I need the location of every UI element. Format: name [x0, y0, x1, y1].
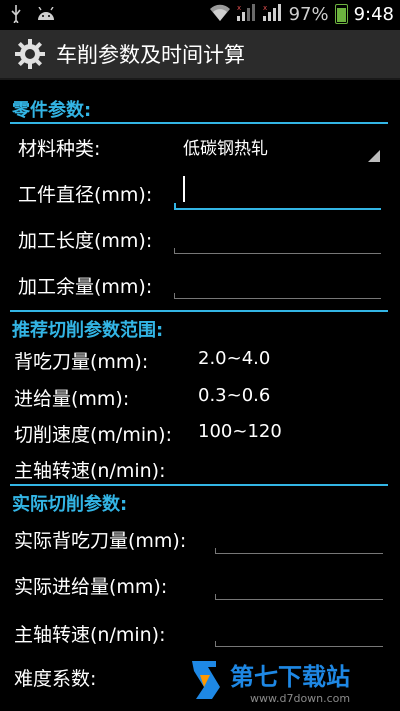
signal-1-icon: x	[236, 3, 257, 25]
watermark-url: www.d7down.com	[250, 692, 350, 705]
actual-feed-input-edge	[215, 594, 216, 600]
svg-text:x: x	[263, 4, 267, 12]
cutting-speed-value: 100~120	[198, 421, 282, 442]
diameter-input[interactable]	[174, 186, 381, 210]
clock: 9:48	[353, 3, 394, 25]
allowance-input[interactable]	[174, 276, 381, 299]
length-label: 加工长度(mm):	[18, 230, 153, 252]
depth-of-cut-value: 2.0~4.0	[198, 348, 271, 369]
watermark-logo: 第七下载站 www.d7down.com	[186, 653, 396, 707]
allowance-input-edge	[174, 293, 175, 299]
status-bar: x x 97% 9:48	[0, 0, 400, 30]
gear-icon[interactable]	[14, 38, 46, 70]
text-cursor	[183, 176, 185, 202]
watermark-brand: 第七下载站	[230, 663, 350, 691]
diameter-label: 工件直径(mm):	[18, 184, 153, 206]
usb-icon	[10, 5, 22, 27]
feed-rate-label: 进给量(mm):	[14, 388, 130, 410]
actual-spindle-label: 主轴转速(n/min):	[14, 624, 166, 646]
actual-depth-input-edge	[215, 548, 216, 554]
actual-spindle-input[interactable]	[215, 624, 383, 647]
material-spinner-value: 低碳钢热轧	[183, 139, 268, 159]
section-divider-parts	[10, 122, 388, 124]
actual-depth-input[interactable]	[215, 531, 383, 554]
section-title-recommended: 推荐切削参数范围:	[12, 320, 164, 341]
difficulty-label: 难度系数:	[14, 668, 97, 690]
depth-of-cut-label: 背吃刀量(mm):	[14, 351, 149, 373]
length-input-edge	[174, 248, 175, 254]
section-divider-recommended	[10, 310, 388, 312]
material-label: 材料种类:	[18, 138, 101, 160]
section-divider-actual	[10, 484, 388, 486]
spinner-arrow-icon	[368, 150, 380, 162]
battery-percent: 97%	[288, 3, 329, 25]
wifi-icon	[209, 3, 231, 25]
feed-rate-value: 0.3~0.6	[198, 385, 271, 406]
battery-icon	[334, 4, 348, 24]
section-title-parts: 零件参数:	[12, 100, 92, 121]
section-title-actual: 实际切削参数:	[12, 494, 128, 515]
actual-feed-input[interactable]	[215, 577, 383, 600]
spindle-speed-label: 主轴转速(n/min):	[14, 460, 166, 482]
app-title-bar: 车削参数及时间计算	[0, 30, 400, 80]
svg-text:x: x	[237, 4, 241, 12]
signal-2-icon: x	[262, 3, 283, 25]
android-debug-icon	[36, 6, 56, 25]
length-input[interactable]	[174, 231, 381, 254]
actual-depth-label: 实际背吃刀量(mm):	[14, 530, 187, 552]
allowance-label: 加工余量(mm):	[18, 276, 153, 298]
actual-spindle-input-edge	[215, 641, 216, 647]
cutting-speed-label: 切削速度(m/min):	[14, 424, 172, 446]
diameter-input-edge	[174, 203, 176, 209]
actual-feed-label: 实际进给量(mm):	[14, 576, 168, 598]
app-title: 车削参数及时间计算	[56, 43, 245, 67]
